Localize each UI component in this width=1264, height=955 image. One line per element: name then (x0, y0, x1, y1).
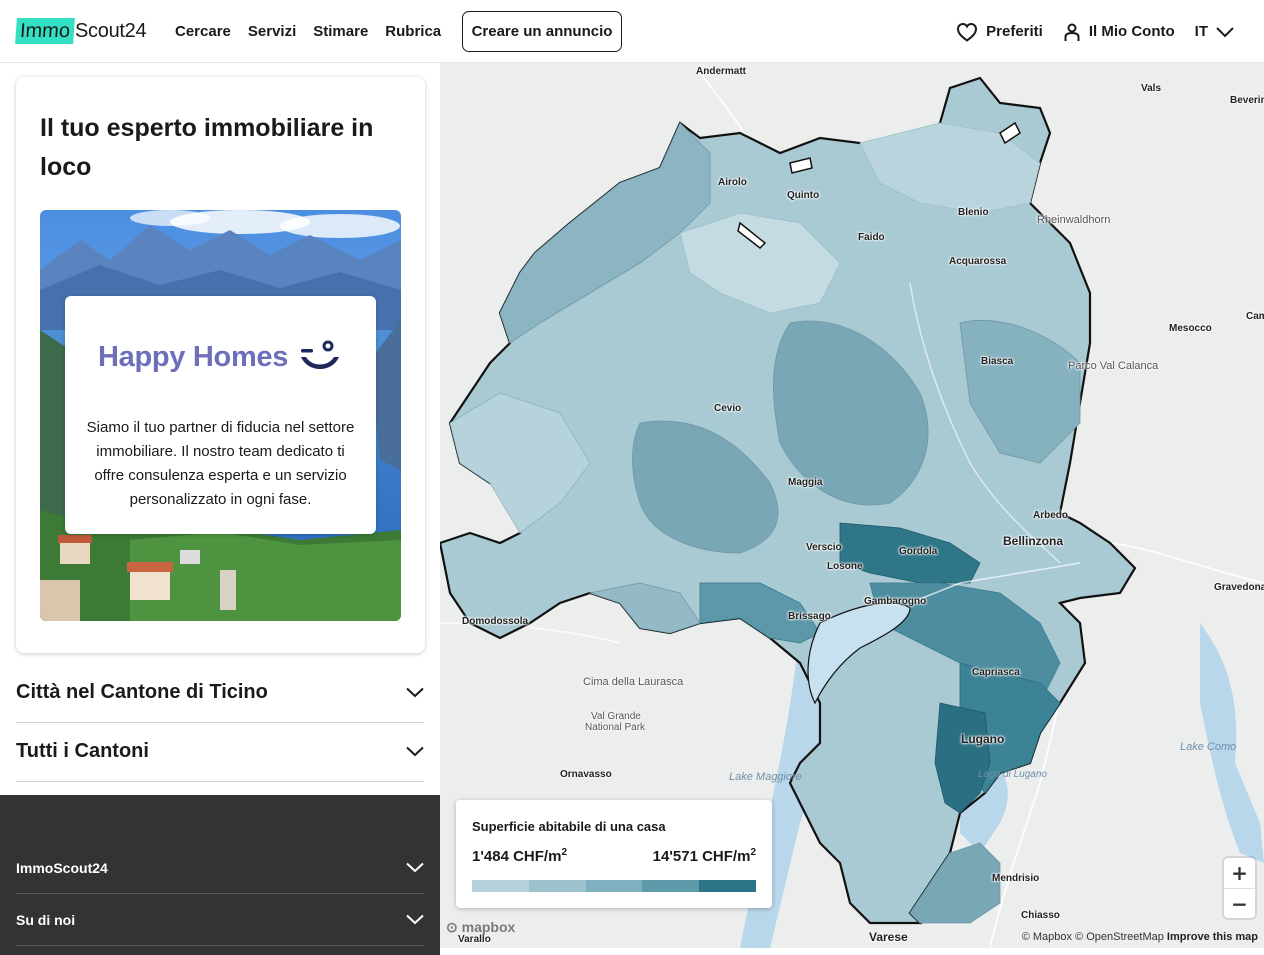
local-expert-card: Il tuo esperto immobiliare in loco Happy… (16, 77, 425, 653)
footer-accordion-about[interactable]: Su di noi (16, 894, 424, 946)
main-nav: Cercare Servizi Stimare Rubrica (175, 0, 441, 63)
footer-accordion-label: ImmoScout24 (16, 859, 108, 876)
logo-scout-part: Scout24 (75, 19, 147, 42)
chevron-down-icon (406, 746, 424, 757)
legend-color-step (528, 880, 586, 892)
create-listing-button[interactable]: Creare un annuncio (462, 11, 622, 52)
agency-info-box: Happy Homes Siamo il tuo partner di fidu… (65, 296, 376, 534)
footer-accordion-label: Su di noi (16, 911, 76, 928)
account-link[interactable]: Il Mio Conto (1063, 22, 1175, 42)
place-label: Biasca (981, 356, 1014, 367)
card-title: Il tuo esperto immobiliare in loco (40, 114, 374, 181)
place-label: Capriasca (972, 667, 1020, 678)
top-navigation-bar: Immo Scout24 Cercare Servizi Stimare Rub… (0, 0, 1264, 63)
legend-color-scale (472, 880, 756, 892)
chevron-down-icon (406, 687, 424, 698)
logo-immo-part: Immo (15, 18, 75, 44)
attribution-text[interactable]: © Mapbox © OpenStreetMap (1022, 931, 1164, 943)
zoom-control: + − (1224, 858, 1255, 918)
agency-brand-name: Happy Homes (98, 341, 289, 373)
legend-color-step (699, 880, 756, 892)
place-label: Quinto (787, 190, 820, 201)
place-label: Losone (827, 561, 863, 572)
chevron-down-icon (1216, 26, 1234, 37)
footer-accordion-immoscout24[interactable]: ImmoScout24 (16, 842, 424, 894)
agency-promo-banner[interactable]: Happy Homes Siamo il tuo partner di fidu… (40, 210, 401, 621)
nav-item-servizi[interactable]: Servizi (248, 23, 296, 40)
site-footer: ImmoScout24 Su di noi (0, 795, 440, 955)
place-label: Cevio (714, 403, 742, 414)
nav-item-rubrica[interactable]: Rubrica (385, 23, 441, 40)
zoom-in-button[interactable]: + (1224, 858, 1255, 888)
place-label: Arbedo (1033, 510, 1068, 521)
sidebar: Il tuo esperto immobiliare in loco Happy… (0, 63, 440, 955)
place-label: Lake Maggiore (729, 771, 802, 783)
favorites-label: Preferiti (986, 23, 1043, 40)
place-label: Bellinzona (1003, 534, 1064, 548)
place-label: Brissago (788, 611, 831, 622)
place-label: Gordola (899, 546, 938, 557)
place-label: Mendrisio (992, 873, 1040, 884)
favorites-link[interactable]: Preferiti (956, 22, 1043, 42)
nav-item-stimare[interactable]: Stimare (313, 23, 368, 40)
place-label: Blenio (958, 207, 989, 218)
place-label: Lago di Lugano (978, 769, 1047, 780)
place-label: Parco Val Calanca (1068, 360, 1159, 372)
place-label: Chiasso (1021, 910, 1060, 921)
header-actions: Preferiti Il Mio Conto IT (956, 0, 1234, 63)
place-label: Beverin (1230, 95, 1264, 106)
place-label: Andermatt (696, 66, 747, 77)
place-label: Cam (1246, 311, 1264, 322)
legend-title: Superficie abitabile di una casa (472, 819, 666, 834)
price-map[interactable]: Andermatt Vals Beverin Airolo Quinto Fai… (440, 63, 1264, 948)
place-label: Verscio (806, 542, 842, 553)
chevron-down-icon (406, 862, 424, 873)
place-label: Airolo (718, 177, 747, 188)
accordion-label: Tutti i Cantoni (16, 740, 149, 762)
accordion-label: Città nel Cantone di Ticino (16, 681, 268, 703)
legend-color-step (585, 880, 643, 892)
legend-color-step (642, 880, 700, 892)
mapbox-logo[interactable]: ⊙ mapbox (446, 919, 515, 936)
user-icon (1064, 23, 1080, 41)
place-label: Mesocco (1169, 323, 1212, 334)
legend-color-step (472, 880, 529, 892)
place-label: Val Grande (591, 711, 641, 722)
legend-min-value: 1'484 CHF/m2 (472, 847, 567, 865)
account-label: Il Mio Conto (1088, 23, 1175, 40)
agency-description: Siamo il tuo partner di fiducia nel sett… (86, 419, 355, 508)
language-label: IT (1194, 23, 1208, 40)
place-label: Vals (1141, 83, 1162, 94)
accordion-all-cantons[interactable]: Tutti i Cantoni (16, 722, 424, 782)
language-selector[interactable]: IT (1195, 23, 1234, 40)
place-label: Lugano (961, 732, 1005, 746)
place-label: Maggia (788, 477, 823, 488)
mapbox-icon: ⊙ (446, 919, 458, 935)
heart-icon (957, 22, 978, 42)
place-label: Ornavasso (560, 769, 612, 780)
place-label: Gambarogno (864, 596, 927, 607)
zoom-out-button[interactable]: − (1224, 889, 1255, 919)
place-label: Acquarossa (949, 256, 1007, 267)
immoscout24-logo[interactable]: Immo Scout24 (15, 17, 147, 45)
place-label: Gravedona (1214, 582, 1264, 593)
place-label: Rheinwaldhorn (1037, 214, 1111, 226)
nav-item-cercare[interactable]: Cercare (175, 23, 231, 40)
map-legend: Superficie abitabile di una casa 1'484 C… (456, 800, 772, 908)
place-label: Lake Como (1180, 741, 1237, 753)
legend-max-value: 14'571 CHF/m2 (652, 847, 756, 865)
accordion-cities-ticino[interactable]: Città nel Cantone di Ticino (16, 663, 424, 723)
place-label: Faido (858, 232, 885, 243)
map-attribution: © Mapbox © OpenStreetMap Improve this ma… (1022, 931, 1258, 943)
place-label: Domodossola (462, 616, 529, 627)
place-label: Varese (869, 930, 908, 944)
chevron-down-icon (406, 914, 424, 925)
improve-map-link[interactable]: Improve this map (1167, 931, 1258, 943)
place-label: Cima della Laurasca (583, 676, 684, 688)
place-label: National Park (585, 722, 646, 733)
wink-smiley-icon (301, 340, 339, 369)
